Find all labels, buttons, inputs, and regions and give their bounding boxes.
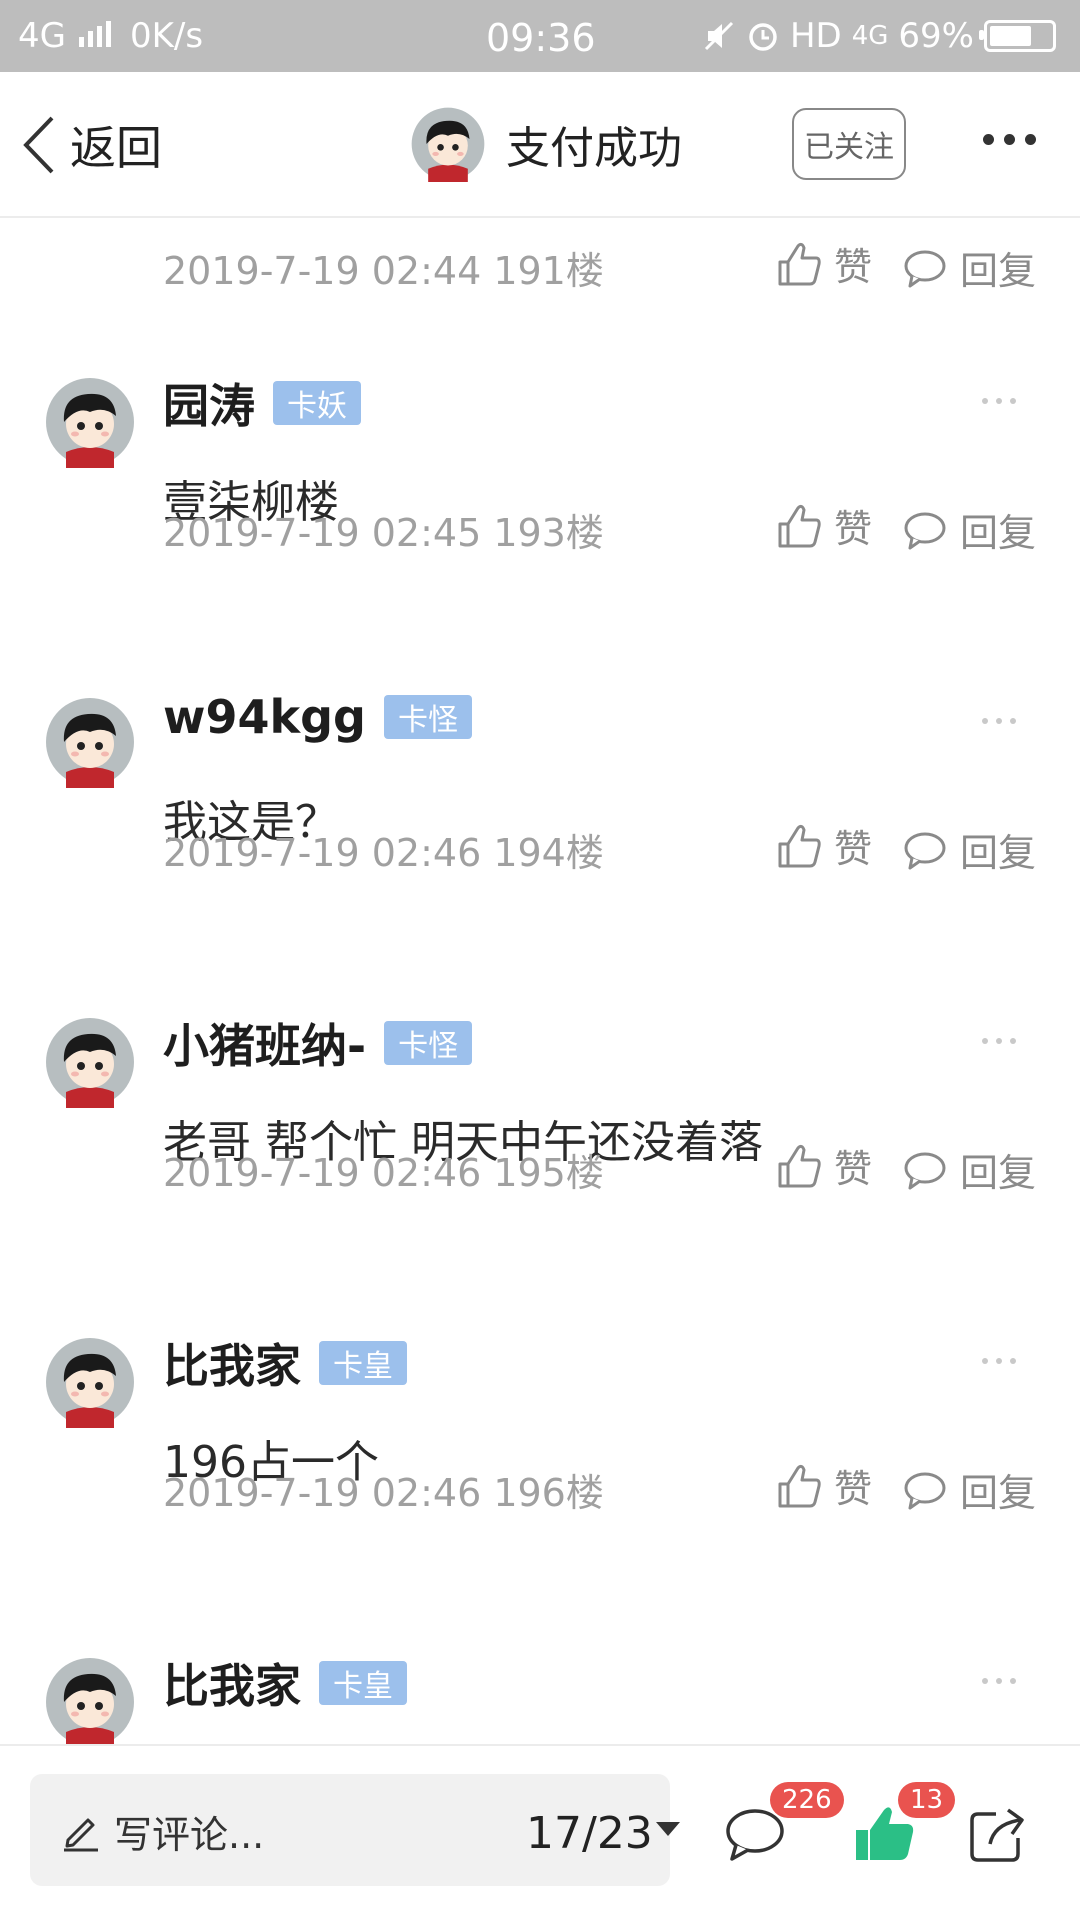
comment-more-icon[interactable]: [982, 398, 1016, 404]
comment-more-icon[interactable]: [982, 1678, 1016, 1684]
network-type: 4G: [18, 16, 66, 56]
hd-indicator: HD: [789, 16, 842, 56]
comment-meta-row: 2019-7-19 02:46 195楼 赞 回复: [0, 1142, 1080, 1212]
thumbs-up-icon: [778, 1144, 821, 1187]
comment-header: 园涛 卡妖: [163, 370, 361, 436]
comment-author[interactable]: w94kgg: [163, 690, 366, 744]
comment-author[interactable]: 比我家: [163, 1330, 301, 1396]
top-nav: 返回 支付成功 已关注: [0, 72, 1080, 218]
avatar[interactable]: [44, 1656, 136, 1744]
follow-button[interactable]: 已关注: [792, 108, 906, 180]
like-count-badge: 13: [898, 1782, 956, 1818]
like-label: 赞: [834, 827, 873, 871]
like-button[interactable]: 赞: [776, 1458, 872, 1513]
speech-bubble-icon: [904, 1472, 946, 1509]
comment-header: 小猪班纳- 卡怪: [163, 1010, 473, 1076]
comment-count-badge: 226: [770, 1782, 844, 1818]
like-button[interactable]: 赞: [776, 498, 872, 553]
reply-label: 回复: [960, 1471, 1037, 1515]
avatar[interactable]: [44, 1016, 136, 1108]
comment-meta: 2019-7-19 02:46 195楼: [163, 1151, 604, 1195]
like-button[interactable]: 赞: [776, 818, 872, 873]
thumbs-up-icon: [778, 504, 821, 547]
speech-bubble-icon: [904, 1152, 946, 1189]
comment-more-icon[interactable]: [982, 718, 1016, 724]
comment-meta: 2019-7-19 02:46 194楼: [163, 831, 604, 875]
share-icon[interactable]: [966, 1804, 1032, 1864]
avatar: [411, 107, 485, 182]
status-bar: 4G 0K/s 09:36 HD 4G 69%: [0, 0, 1080, 72]
comment-list[interactable]: 2019-7-19 02:44 191楼 赞 回复 园涛 卡妖 壹柒柳楼 201…: [0, 218, 1080, 1744]
comment-meta-row: 2019-7-19 02:44 191楼 赞 回复: [0, 240, 1080, 310]
avatar[interactable]: [44, 1336, 136, 1428]
alarm-icon: [749, 23, 777, 51]
level-badge: 卡妖: [273, 381, 361, 425]
battery-icon: [979, 20, 1056, 52]
bottom-bar: 写评论... 17/23 226 13: [0, 1744, 1080, 1922]
write-comment-placeholder: 写评论...: [114, 1813, 265, 1857]
status-time: 09:36: [486, 16, 596, 60]
avatar[interactable]: [44, 696, 136, 788]
reply-label: 回复: [960, 1151, 1037, 1195]
comment-more-icon[interactable]: [982, 1358, 1016, 1364]
level-badge: 卡怪: [383, 695, 472, 739]
comment-meta: 2019-7-19 02:45 193楼: [163, 511, 604, 555]
like-label: 赞: [834, 245, 873, 289]
comment-author[interactable]: 园涛: [163, 370, 255, 436]
speech-bubble-icon: [904, 250, 946, 287]
mute-icon: [704, 21, 734, 51]
level-badge: 卡皇: [319, 1661, 407, 1705]
page-dropdown-icon[interactable]: [656, 1822, 680, 1836]
page-title: 支付成功: [506, 123, 682, 174]
comment-more-icon[interactable]: [982, 1038, 1016, 1044]
battery-fill: [990, 26, 1032, 46]
reply-label: 回复: [960, 249, 1037, 293]
level-badge: 卡皇: [319, 1341, 407, 1385]
comment-author[interactable]: 比我家: [163, 1650, 301, 1716]
reply-label: 回复: [960, 831, 1037, 875]
battery-percent: 69%: [898, 16, 974, 56]
reply-button[interactable]: 回复: [902, 502, 1036, 557]
back-button[interactable]: 返回: [20, 112, 162, 178]
level-badge: 卡怪: [384, 1021, 473, 1065]
post-author[interactable]: 支付成功: [410, 106, 682, 182]
comment-meta: 2019-7-19 02:46 196楼: [163, 1471, 604, 1515]
thumbs-up-icon: [778, 824, 821, 867]
like-label: 赞: [834, 1147, 873, 1191]
like-label: 赞: [834, 1467, 873, 1511]
pen-icon: [64, 1818, 98, 1852]
comment-meta: 2019-7-19 02:44 191楼: [163, 249, 604, 293]
reply-button[interactable]: 回复: [902, 1142, 1036, 1197]
reply-button[interactable]: 回复: [902, 822, 1036, 877]
reply-label: 回复: [960, 511, 1037, 555]
comment-header: 比我家 卡皇: [163, 1330, 407, 1396]
thumbs-up-icon: [778, 242, 821, 285]
comment-header: 比我家 卡皇: [163, 1650, 407, 1716]
status-right: HD 4G 69%: [702, 16, 1056, 56]
write-comment-input[interactable]: 写评论... 17/23: [30, 1774, 680, 1886]
comment-meta-row: 2019-7-19 02:46 196楼 赞 回复: [0, 1462, 1080, 1532]
signal-icon: [78, 21, 111, 47]
back-label: 返回: [70, 121, 162, 175]
reply-button[interactable]: 回复: [902, 1462, 1036, 1517]
speech-bubble-icon: [904, 512, 946, 549]
avatar[interactable]: [44, 376, 136, 468]
comment-author[interactable]: 小猪班纳-: [163, 1010, 366, 1076]
like-button[interactable]: 赞: [776, 1138, 872, 1193]
reply-button[interactable]: 回复: [902, 240, 1036, 295]
network-speed: 0K/s: [130, 16, 204, 56]
comment-meta-row: 2019-7-19 02:46 194楼 赞 回复: [0, 822, 1080, 892]
comment-meta-row: 2019-7-19 02:45 193楼 赞 回复: [0, 502, 1080, 572]
like-button[interactable]: 赞: [776, 236, 872, 291]
back-chevron-icon: [23, 116, 54, 174]
network-indicator: 4G: [18, 16, 115, 56]
page-indicator[interactable]: 17/23: [526, 1808, 653, 1859]
comment-header: w94kgg 卡怪: [163, 690, 472, 744]
speech-bubble-icon: [904, 832, 946, 869]
thumbs-up-icon: [778, 1464, 821, 1507]
network-type-2: 4G: [851, 21, 889, 51]
more-icon[interactable]: [983, 134, 1036, 145]
like-label: 赞: [834, 507, 873, 551]
